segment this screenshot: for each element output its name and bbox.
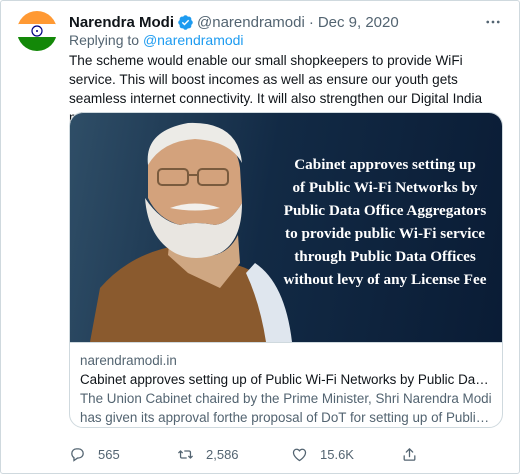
reply-count: 565 bbox=[98, 446, 120, 462]
india-flag-avatar-icon bbox=[17, 11, 57, 51]
card-description-line: has given its approval forthe proposal o… bbox=[80, 410, 492, 425]
link-preview-card[interactable]: Cabinet approves setting up of Public Wi… bbox=[69, 112, 503, 428]
card-image-headline: Cabinet approves setting up of Public Wi… bbox=[270, 153, 500, 291]
tweet-date[interactable]: Dec 9, 2020 bbox=[318, 14, 399, 31]
retweet-button[interactable]: 2,586 bbox=[177, 446, 239, 463]
headline-line: through Public Data Offices bbox=[294, 248, 476, 265]
reply-button[interactable]: 565 bbox=[69, 446, 120, 463]
avatar[interactable] bbox=[17, 11, 57, 51]
author-handle[interactable]: @narendramodi bbox=[197, 14, 305, 31]
replying-to-link[interactable]: @narendramodi bbox=[143, 32, 244, 48]
card-domain: narendramodi.in bbox=[80, 353, 177, 368]
author-name[interactable]: Narendra Modi bbox=[69, 14, 174, 31]
share-button[interactable] bbox=[401, 446, 418, 463]
verified-badge-icon bbox=[177, 14, 194, 31]
card-title[interactable]: Cabinet approves setting up of Public Wi… bbox=[80, 370, 492, 389]
tweet-header: Narendra Modi @narendramodi · Dec 9, 202… bbox=[69, 12, 399, 32]
card-image[interactable]: Cabinet approves setting up of Public Wi… bbox=[70, 113, 502, 342]
headline-line: of Public Wi-Fi Networks by bbox=[292, 179, 478, 196]
like-count: 15.6K bbox=[320, 446, 354, 462]
retweet-icon bbox=[178, 449, 193, 459]
headline-line: to provide public Wi-Fi service bbox=[285, 225, 485, 242]
like-heart-icon bbox=[292, 448, 307, 461]
card-description-line: The Union Cabinet chaired by the Prime M… bbox=[80, 391, 492, 406]
share-icon bbox=[403, 447, 416, 461]
action-bar: 565 2,586 15.6K bbox=[69, 444, 489, 464]
replying-to: Replying to @narendramodi bbox=[69, 32, 244, 48]
reply-icon bbox=[71, 447, 84, 462]
card-description: The Union Cabinet chaired by the Prime M… bbox=[80, 389, 492, 427]
headline-line: Cabinet approves setting up bbox=[294, 156, 476, 173]
card-meta[interactable]: narendramodi.in Cabinet approves setting… bbox=[70, 342, 502, 427]
like-button[interactable]: 15.6K bbox=[291, 446, 354, 463]
headline-line: Public Data Office Aggregators bbox=[283, 202, 487, 219]
headline-line: without levy of any License Fee bbox=[283, 271, 487, 288]
more-options-icon[interactable] bbox=[483, 12, 503, 32]
retweet-count: 2,586 bbox=[206, 446, 239, 462]
separator-dot: · bbox=[308, 13, 314, 31]
replying-prefix: Replying to bbox=[69, 32, 140, 48]
tweet-card[interactable]: Narendra Modi @narendramodi · Dec 9, 202… bbox=[0, 0, 520, 474]
